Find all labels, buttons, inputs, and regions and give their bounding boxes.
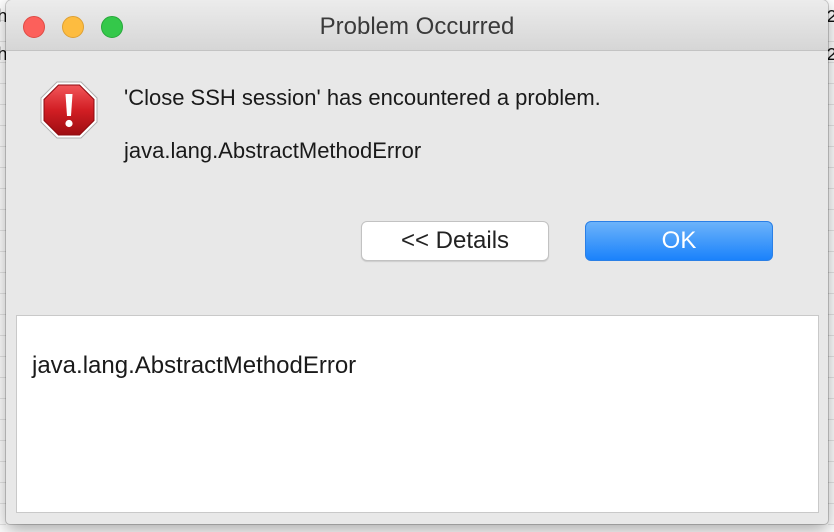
background-right-edge bbox=[828, 0, 834, 532]
error-stop-icon bbox=[40, 81, 98, 139]
problem-dialog: Problem Occurred 'Close SSH session' has… bbox=[6, 0, 828, 524]
error-message: 'Close SSH session' has encountered a pr… bbox=[124, 85, 601, 110]
ok-button[interactable]: OK bbox=[585, 221, 773, 261]
error-reason: java.lang.AbstractMethodError bbox=[124, 138, 422, 163]
details-text-area[interactable]: java.lang.AbstractMethodError bbox=[16, 315, 819, 513]
title-bar[interactable]: Problem Occurred bbox=[6, 0, 828, 51]
details-text: java.lang.AbstractMethodError bbox=[32, 352, 357, 379]
details-button[interactable]: << Details bbox=[361, 221, 549, 261]
window-title: Problem Occurred bbox=[319, 13, 515, 40]
